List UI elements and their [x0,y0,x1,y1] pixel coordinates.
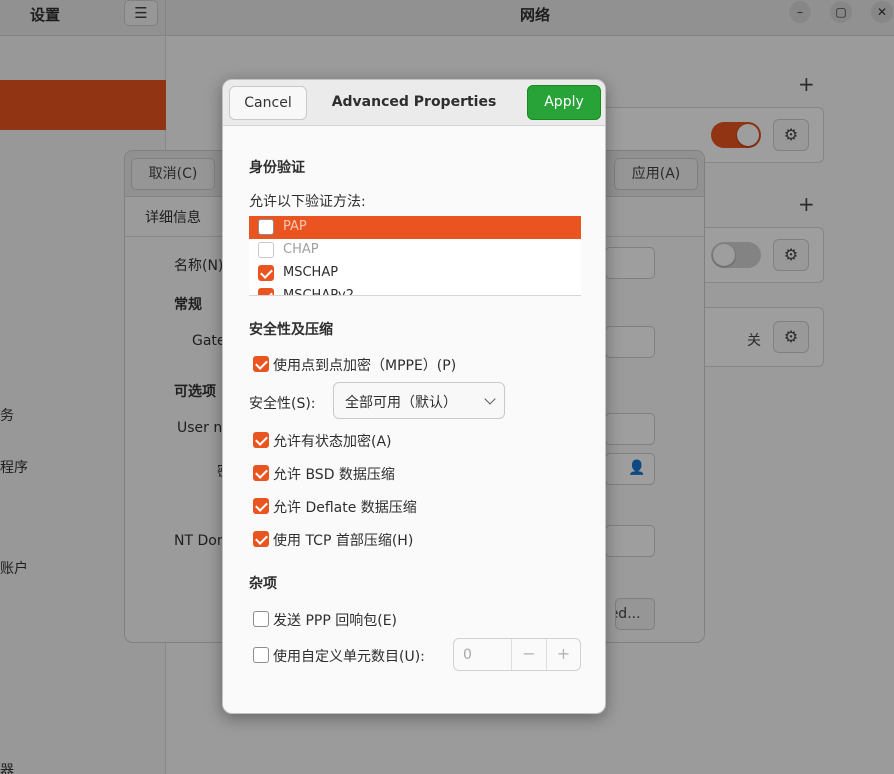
decrement-icon[interactable]: − [511,639,546,670]
mschapv2-checkbox[interactable] [258,288,274,295]
tcp-header-compression-checkbox[interactable] [253,531,269,547]
security-label: 安全性(S): [249,396,316,412]
chap-checkbox[interactable] [258,242,274,258]
advanced-properties-dialog: Cancel Advanced Properties Apply 身份验证 允许… [222,79,606,714]
bsd-compression-checkbox[interactable] [253,465,269,481]
mppe-checkbox[interactable] [253,356,269,372]
list-item[interactable]: MSCHAPv2 [249,285,581,295]
custom-mtu-checkbox[interactable] [253,647,269,663]
list-item[interactable]: MSCHAP [249,262,581,285]
dialog-header: Cancel Advanced Properties Apply [223,80,605,126]
mschap-checkbox[interactable] [258,265,274,281]
mtu-value[interactable]: 0 [463,647,472,663]
auth-methods-label: 允许以下验证方法: [249,194,366,210]
deflate-compression-checkbox[interactable] [253,498,269,514]
increment-icon[interactable]: + [546,639,580,670]
list-item[interactable]: CHAP [249,239,581,262]
pap-checkbox[interactable] [258,219,274,235]
chevron-down-icon [484,393,496,405]
auth-section-title: 身份验证 [249,160,305,176]
apply-button[interactable]: Apply [527,85,601,120]
mtu-spin-button[interactable]: 0 − + [453,638,581,671]
list-item[interactable]: PAP [249,216,581,239]
misc-section-title: 杂项 [249,576,277,592]
auth-methods-list: PAP CHAP MSCHAP MSCHAPv2 [249,216,581,296]
ppp-echo-checkbox[interactable] [253,611,269,627]
stateful-encryption-checkbox[interactable] [253,432,269,448]
security-section-title: 安全性及压缩 [249,322,333,338]
security-dropdown[interactable]: 全部可用（默认） [333,382,505,419]
